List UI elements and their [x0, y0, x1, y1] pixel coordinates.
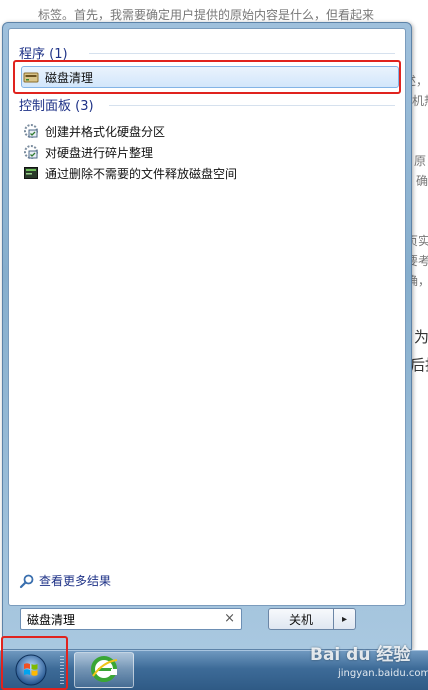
free-space-icon — [23, 165, 39, 181]
watermark-url: jingyan.baidu.com — [338, 668, 428, 679]
defrag-icon — [23, 144, 39, 160]
search-input[interactable]: 磁盘清理 × — [20, 608, 242, 630]
taskbar-ie-button[interactable] — [74, 652, 134, 688]
result-item-create-partition[interactable]: 创建并格式化硬盘分区 — [23, 121, 165, 141]
article-line: 后指 — [410, 356, 428, 374]
search-clear-button[interactable]: × — [224, 611, 235, 626]
result-item-label: 通过删除不需要的文件释放磁盘空间 — [45, 166, 238, 181]
watermark-brand: Bai du 经验 — [310, 645, 411, 665]
result-item-label: 对硬盘进行碎片整理 — [45, 145, 154, 160]
see-more-results-link[interactable]: 查看更多结果 — [19, 572, 111, 589]
article-line: 标签。首先，我需要确定用户提供的原始内容是什么，但看起来 — [38, 8, 375, 22]
disk-manage-icon — [23, 123, 39, 139]
control-panel-group-title: 控制面板 (3) — [19, 99, 94, 114]
taskbar-grip[interactable] — [60, 656, 64, 686]
start-menu: 程序 (1) 磁盘清理 控制面板 (3) 创建并格式化硬盘分区 对硬盘进行碎片整… — [2, 22, 412, 650]
shutdown-button[interactable]: 关机 — [268, 608, 334, 630]
search-icon — [19, 573, 35, 589]
chevron-right-icon: ▸ — [341, 613, 348, 625]
see-more-label: 查看更多结果 — [39, 574, 112, 588]
article-line: 为 — [414, 328, 428, 346]
divider — [109, 105, 395, 106]
ie-browser-icon — [89, 654, 119, 687]
shutdown-label: 关机 — [288, 612, 313, 627]
search-results-panel: 程序 (1) 磁盘清理 控制面板 (3) 创建并格式化硬盘分区 对硬盘进行碎片整… — [8, 28, 406, 606]
search-input-value: 磁盘清理 — [27, 612, 76, 627]
result-item-free-space[interactable]: 通过删除不需要的文件释放磁盘空间 — [23, 163, 237, 183]
result-item-label: 创建并格式化硬盘分区 — [45, 124, 166, 139]
shutdown-options-button[interactable]: ▸ — [334, 608, 356, 630]
article-line: 原 — [414, 154, 427, 168]
divider — [89, 53, 395, 54]
highlight-frame-start-button — [1, 636, 68, 690]
result-item-defrag[interactable]: 对硬盘进行碎片整理 — [23, 142, 153, 162]
highlight-frame-result — [13, 60, 401, 94]
article-line: 机热 — [412, 94, 428, 108]
